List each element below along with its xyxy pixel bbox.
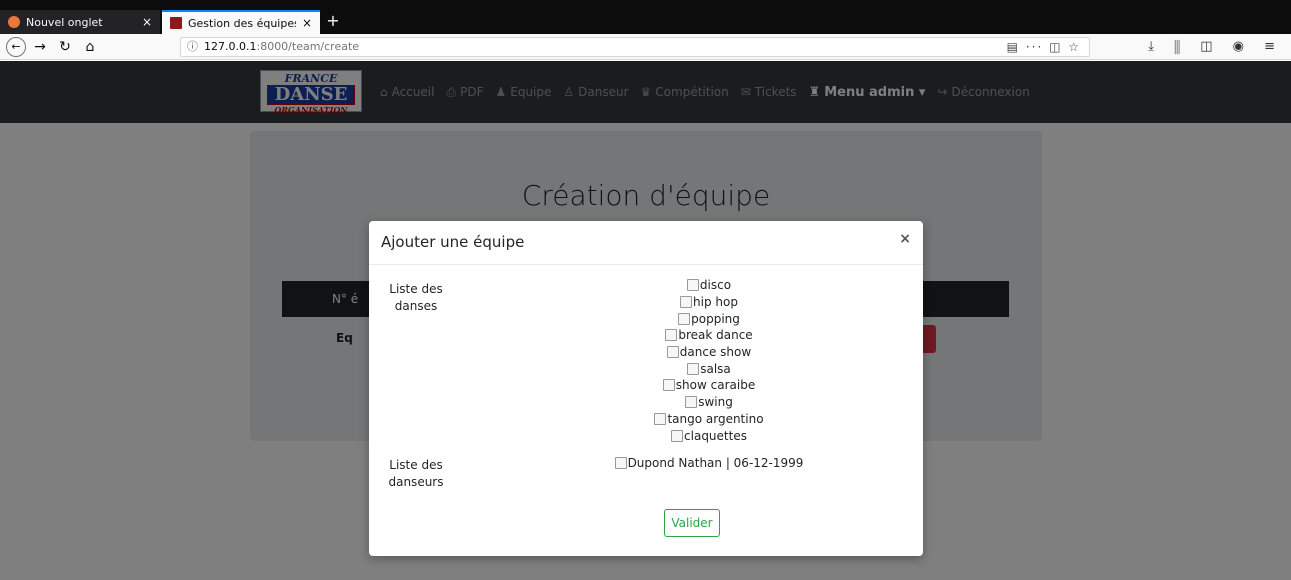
dance-option-salsa[interactable]: salsa [549,360,869,377]
checkbox[interactable] [680,296,693,309]
forward-icon[interactable]: → [30,37,50,57]
tab-gestion-equipes[interactable]: Gestion des équipes × [162,10,320,34]
add-team-modal: Ajouter une équipe × Liste des danses di… [369,221,923,556]
checkbox[interactable] [685,396,698,409]
checkbox[interactable] [687,362,700,375]
checkbox[interactable] [678,312,691,325]
dances-label: Liste des danses [389,282,443,313]
dance-option-show-caraibe[interactable]: show caraibe [549,377,869,394]
modal-header: Ajouter une équipe × [369,221,923,265]
site-info-icon[interactable]: ⓘ [187,40,198,53]
close-tab-icon[interactable]: × [302,16,312,30]
checkbox[interactable] [665,329,678,342]
checkbox[interactable] [662,379,675,392]
close-icon[interactable]: × [899,231,911,247]
page-actions-icon[interactable]: ▤ ··· ◫ ☆ [1007,38,1081,56]
dance-option-hip-hop[interactable]: hip hop [549,294,869,311]
dancers-checkbox-list: Dupond Nathan | 06-12-1999 [549,455,869,472]
toolbar-icons[interactable]: ⤓ ⫼ ◫ ◉ ≡ [1148,37,1283,57]
url-path: :8000/team/create [256,40,360,53]
submit-button[interactable]: Valider [664,509,720,537]
modal-title: Ajouter une équipe [381,233,525,251]
dance-option-dance-show[interactable]: dance show [549,344,869,361]
new-tab-button[interactable]: + [322,11,344,31]
site-favicon-icon [170,17,182,29]
url-bar[interactable]: ⓘ 127.0.0.1:8000/team/create ▤ ··· ◫ ☆ [180,37,1090,57]
checkbox[interactable] [654,412,667,425]
browser-tab-bar: Nouvel onglet × Gestion des équipes × + [0,0,1291,34]
checkbox[interactable] [666,346,679,359]
dancers-label: Liste des danseurs [388,458,444,489]
dance-option-popping[interactable]: popping [549,310,869,327]
dancer-option[interactable]: Dupond Nathan | 06-12-1999 [549,455,869,472]
firefox-icon [8,16,20,28]
dance-option-claquettes[interactable]: claquettes [549,427,869,444]
reload-icon[interactable]: ↻ [55,37,75,57]
dance-option-tango-argentino[interactable]: tango argentino [549,411,869,428]
dance-option-disco[interactable]: disco [549,277,869,294]
close-tab-icon[interactable]: × [142,15,152,29]
dance-option-break-dance[interactable]: break dance [549,327,869,344]
home-icon[interactable]: ⌂ [80,37,100,57]
checkbox[interactable] [614,457,627,470]
web-page: FRANCE DANSE ORGANISATION ⌂Accueil ⎙PDF … [0,61,1291,580]
browser-nav-bar: ← → ↻ ⌂ ⓘ 127.0.0.1:8000/team/create ▤ ··… [0,34,1291,60]
dance-option-swing[interactable]: swing [549,394,869,411]
checkbox[interactable] [671,429,684,442]
tab-title: Gestion des équipes [188,16,296,30]
checkbox[interactable] [686,279,699,292]
tab-title: Nouvel onglet [26,15,103,29]
dances-checkbox-list: disco hip hop popping break dance dance … [549,277,869,444]
url-host: 127.0.0.1 [204,40,257,53]
back-icon[interactable]: ← [6,37,26,57]
tab-new-tab[interactable]: Nouvel onglet × [0,10,160,34]
